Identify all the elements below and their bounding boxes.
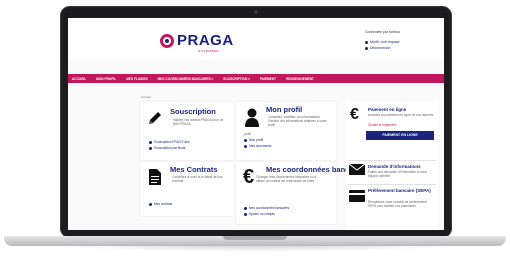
nav-item-coordonnees[interactable]: Mes coordonnées bancaires ▾: [158, 77, 213, 81]
envelope-icon: [349, 164, 365, 175]
card-title: Souscription: [170, 107, 216, 116]
site-header: PRAGA NOVEMBER Connectée par bureau Modi…: [68, 18, 444, 60]
profil-link-documents[interactable]: Mes documents: [244, 144, 272, 148]
camera: [254, 10, 258, 14]
user-icon: [245, 108, 259, 127]
contrats-link[interactable]: Mes contrats: [149, 202, 172, 206]
user-area: Connectée par bureau Modif. mon espace D…: [365, 30, 437, 50]
card-description: Consultez, modifiez vos informations. Ge…: [268, 115, 327, 127]
paiement-title: Paiement en ligne: [368, 107, 407, 112]
profil-link-profil[interactable]: Mon profil: [244, 138, 263, 142]
souscription-link-abo[interactable]: Souscription PRAGY abo: [149, 140, 190, 144]
wallet-icon: [349, 190, 365, 202]
divider: [348, 160, 436, 161]
nav-item-renseignement[interactable]: Renseignement: [286, 77, 314, 81]
card-description: Changer mes coordonnées bancaires ou à u…: [256, 175, 317, 183]
card-profil: Mon profil Consultez, modifiez vos infor…: [236, 102, 336, 160]
card-prefix: profil: [244, 132, 251, 136]
logo-text: PRAGA: [177, 32, 234, 49]
card-coordonnees-bancaires: € Mes coordonnées bancaires Changer mes …: [236, 162, 367, 224]
logout-label: Déconnexion: [370, 46, 391, 50]
card-contrats: Mes Contrats Consultez le suivi et le dé…: [140, 162, 234, 216]
nav-item-fluides[interactable]: Mes fluides: [126, 77, 147, 81]
logo-subtitle: NOVEMBER: [198, 49, 220, 53]
pencil-icon: [149, 112, 161, 124]
bancaires-link-ajouter[interactable]: Ajouter un compte: [244, 212, 275, 216]
card-title: Mon profil: [266, 105, 303, 114]
link-dot-icon: [365, 40, 368, 44]
laptop-base: [4, 236, 506, 246]
card-description: Consultez le suivi et le détail de vos c…: [172, 175, 223, 183]
divider: [348, 184, 436, 185]
demande-description: Faites une demande d'information à notre…: [368, 170, 427, 178]
edit-space-link[interactable]: Modif. mon espace: [365, 40, 437, 44]
souscription-link-fluide[interactable]: Souscription par fluide: [149, 146, 186, 150]
euro-icon: €: [350, 106, 359, 123]
nav-item-paiement[interactable]: Paiement: [260, 77, 276, 81]
document-icon: [149, 169, 161, 185]
nav-item-profil[interactable]: Mon profil: [96, 77, 116, 81]
card-title: Mes Contrats: [170, 165, 218, 174]
screen: PRAGA NOVEMBER Connectée par bureau Modi…: [68, 18, 444, 230]
bancaires-link-coordonnees[interactable]: Mes coordonnées bancaires: [244, 206, 289, 210]
user-status: Connectée par bureau: [365, 30, 400, 34]
logout-link[interactable]: Déconnexion: [365, 46, 437, 50]
paiement-description: Accédez au paiement en ligne de vos fact…: [368, 113, 434, 117]
nav-item-souscription[interactable]: Souscription ▾: [223, 77, 250, 81]
online-payment-button[interactable]: PAIEMENT EN LIGNE: [366, 131, 434, 140]
paiement-choice-link[interactable]: Choisir le règlement: [368, 123, 396, 127]
logo-mark-icon: [160, 33, 174, 48]
base-notch: [223, 236, 287, 240]
edit-space-label: Modif. mon espace: [370, 40, 400, 44]
euro-icon: €: [243, 166, 255, 188]
nav-item-accueil[interactable]: Accueil: [72, 77, 86, 81]
demande-title[interactable]: Demande d'informations: [368, 164, 421, 169]
card-souscription: Souscription Validez vos contrat PRAGA p…: [140, 102, 234, 160]
main-nav: Accueil Mon profil Mes fluides Mes coord…: [68, 74, 444, 83]
card-description: Validez vos contrat PRAGA pour un BIM PR…: [173, 118, 224, 126]
logo[interactable]: PRAGA: [160, 32, 234, 49]
laptop-lid: PRAGA NOVEMBER Connectée par bureau Modi…: [60, 6, 452, 238]
link-dot-icon: [365, 46, 368, 50]
sidebar: € Paiement en ligne Accédez au paiement …: [346, 102, 438, 230]
breadcrumb[interactable]: Accueil: [141, 95, 151, 99]
prelevement-title[interactable]: Prélèvement bancaire (SEPA): [368, 188, 434, 193]
prelevement-description: Remplissez votre mandat de prélèvement S…: [368, 200, 427, 208]
